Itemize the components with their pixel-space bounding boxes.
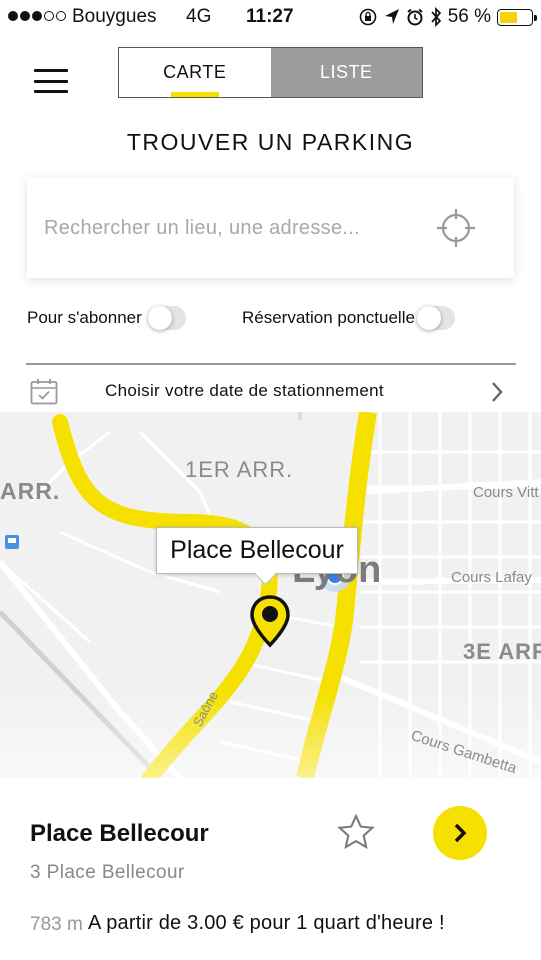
status-bar: Bouygues 4G 11:27 56 % [0, 0, 541, 36]
locate-me-icon[interactable] [434, 206, 478, 250]
one-time-filter: Réservation ponctuelle [242, 306, 455, 330]
hamburger-menu-icon[interactable] [34, 69, 68, 93]
calendar-check-icon [30, 379, 58, 405]
status-time: 11:27 [246, 6, 294, 27]
open-parking-button[interactable] [433, 806, 487, 860]
search-input[interactable] [44, 216, 424, 240]
parking-name: Place Bellecour [30, 820, 209, 847]
battery-icon [497, 8, 537, 26]
tab-liste[interactable]: LISTE [270, 48, 422, 97]
map-label-3e-arr: 3E ARR [463, 639, 541, 664]
parking-pin-icon[interactable] [250, 595, 290, 649]
subscribe-toggle[interactable] [147, 306, 186, 330]
parking-distance: 783 m [30, 914, 83, 935]
parking-result-card[interactable]: Place Bellecour 3 Place Bellecour 783 m … [0, 778, 541, 960]
chevron-right-icon [492, 382, 503, 402]
map-view[interactable]: 1ER ARR. ARR. 3E ARR Cours Vitt Cours La… [0, 412, 541, 778]
map-label-cours-vitton: Cours Vitt [473, 484, 539, 501]
chevron-right-icon [454, 823, 467, 843]
favorite-star-icon[interactable] [337, 814, 375, 850]
battery-percent: 56 % [447, 6, 491, 27]
network-type: 4G [186, 6, 212, 27]
map-label-2e-arr: ARR. [0, 478, 61, 504]
parking-address: 3 Place Bellecour [30, 862, 185, 883]
cell-signal-icon [8, 11, 66, 21]
tab-carte[interactable]: CARTE [119, 48, 271, 97]
date-picker-label: Choisir votre date de stationnement [105, 381, 384, 400]
location-arrow-icon [384, 9, 399, 24]
status-icons: 56 % [358, 6, 537, 28]
search-card [27, 178, 514, 278]
map-tooltip[interactable]: Place Bellecour [156, 527, 358, 574]
alarm-icon [407, 8, 423, 26]
rotation-lock-icon [359, 8, 376, 26]
parking-price: A partir de 3.00 € pour 1 quart d'heure … [88, 912, 445, 935]
page-title: TROUVER UN PARKING [126, 129, 415, 155]
map-label-1er-arr: 1ER ARR. [185, 457, 294, 482]
view-toggle: CARTE LISTE [118, 47, 423, 98]
one-time-toggle[interactable] [416, 306, 455, 330]
map-label-cours-lafayette: Cours Lafay [451, 569, 532, 586]
one-time-label: Réservation ponctuelle [242, 308, 415, 327]
subscribe-filter: Pour s'abonner [27, 306, 186, 330]
divider [26, 363, 516, 365]
carrier-name: Bouygues [72, 6, 157, 27]
subscribe-label: Pour s'abonner [27, 308, 142, 327]
date-picker-row[interactable]: Choisir votre date de stationnement [0, 370, 541, 412]
bluetooth-icon [431, 7, 441, 27]
